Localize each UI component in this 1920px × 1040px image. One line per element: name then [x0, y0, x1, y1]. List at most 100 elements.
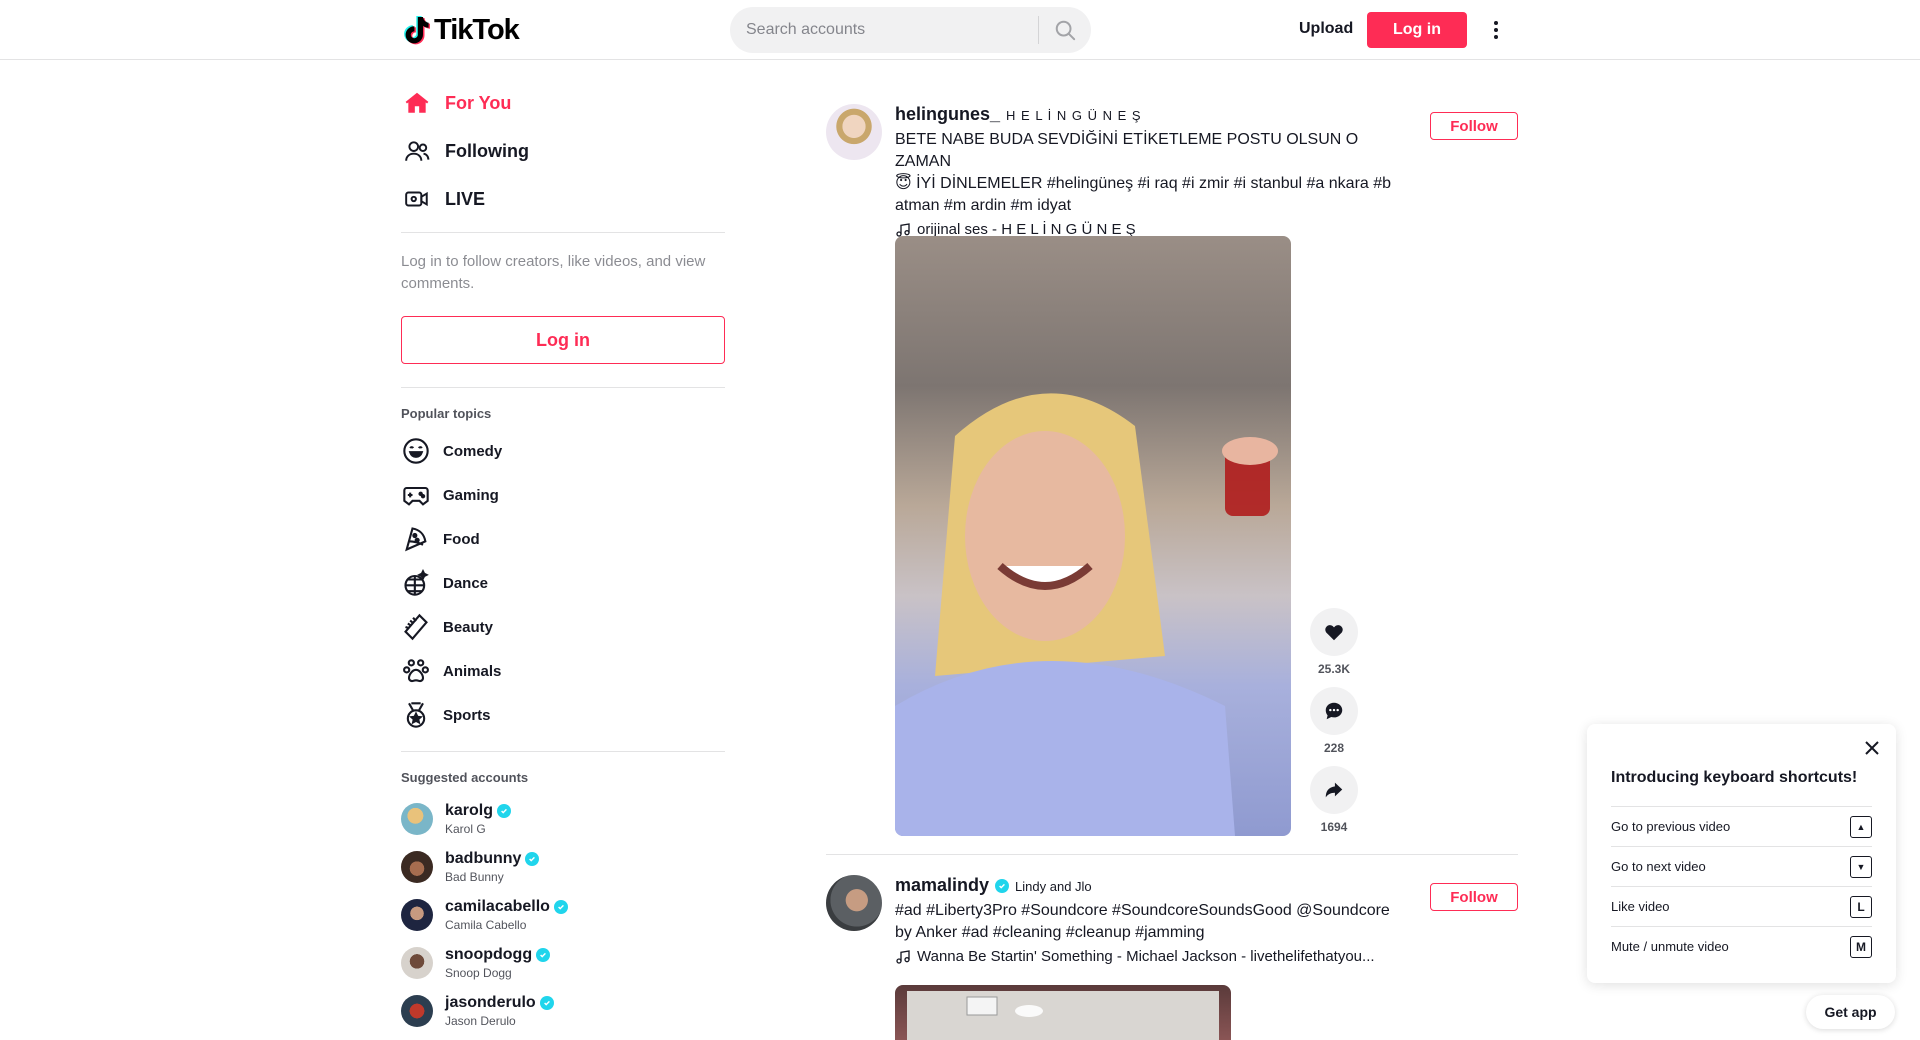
suggested-account[interactable]: jasonderulo Jason Derulo	[401, 989, 554, 1033]
comb-icon	[401, 612, 431, 642]
author-display-name: H E L İ N G Ü N E Ş	[1006, 108, 1142, 123]
header-login-button[interactable]: Log in	[1367, 12, 1467, 48]
post-info: mamalindy Lindy and Jlo #ad #Liberty3Pro…	[895, 875, 1415, 965]
caption-line: BETE NABE BUDA SEVDİĞİNİ ETİKETLEME POST…	[895, 131, 1359, 170]
like-action[interactable]: 25.3K	[1310, 608, 1358, 676]
nav-label: Following	[445, 140, 529, 161]
disco-ball-icon	[401, 568, 431, 598]
music-link[interactable]: Wanna Be Startin' Something - Michael Ja…	[895, 948, 1415, 965]
avatar[interactable]	[826, 875, 882, 931]
more-menu-button[interactable]	[1484, 14, 1508, 46]
author-display-name: Lindy and Jlo	[1015, 879, 1092, 894]
avatar	[401, 851, 433, 883]
close-icon	[1865, 741, 1879, 755]
get-app-button[interactable]: Get app	[1806, 995, 1895, 1029]
topic-beauty[interactable]: Beauty	[401, 609, 493, 645]
avatar[interactable]	[826, 104, 882, 160]
shortcut-row: Mute / unmute video M	[1611, 926, 1872, 966]
share-button[interactable]	[1310, 766, 1358, 814]
avatar	[401, 947, 433, 979]
share-count: 1694	[1320, 820, 1348, 834]
video-thumbnail	[895, 393, 1278, 836]
follow-button[interactable]: Follow	[1430, 112, 1518, 140]
author-line[interactable]: helingunes_ H E L İ N G Ü N E Ş	[895, 104, 1415, 125]
comment-button[interactable]	[1310, 687, 1358, 735]
verified-badge-icon	[553, 900, 568, 914]
suggested-account[interactable]: badbunny Bad Bunny	[401, 845, 540, 889]
account-handle: snoopdogg	[445, 946, 533, 963]
topic-label: Gaming	[443, 486, 499, 504]
heart-icon	[1325, 625, 1343, 641]
topic-dance[interactable]: Dance	[401, 565, 488, 601]
shortcut-label: Like video	[1611, 899, 1670, 914]
suggested-account[interactable]: karolg Karol G	[401, 797, 512, 841]
search-bar	[730, 7, 1091, 53]
post-caption: #ad #Liberty3Pro #Soundcore #SoundcoreSo…	[895, 900, 1415, 944]
share-action[interactable]: 1694	[1310, 766, 1358, 834]
topic-label: Food	[443, 530, 480, 548]
account-handle: jasonderulo	[445, 994, 536, 1011]
nav-live[interactable]: LIVE	[401, 179, 485, 219]
keyboard-shortcuts-popup: Introducing keyboard shortcuts! Go to pr…	[1587, 724, 1896, 983]
tiktok-logo[interactable]: TikTok	[404, 12, 520, 48]
topic-animals[interactable]: Animals	[401, 653, 501, 689]
video-player[interactable]	[895, 985, 1231, 1040]
upload-button[interactable]: Upload	[1291, 16, 1361, 42]
verified-badge-icon	[525, 852, 540, 866]
like-button[interactable]	[1310, 608, 1358, 656]
nav-following[interactable]: Following	[401, 131, 529, 171]
search-icon	[1055, 20, 1076, 41]
video-player[interactable]	[895, 236, 1291, 836]
topic-gaming[interactable]: Gaming	[401, 477, 499, 513]
home-icon	[401, 87, 433, 119]
topic-label: Beauty	[443, 618, 494, 636]
share-icon	[1325, 782, 1343, 798]
arrow-up-key-icon: ▲	[1850, 815, 1872, 838]
nav-for-you[interactable]: For You	[401, 83, 511, 123]
more-vertical-icon	[1494, 21, 1498, 39]
sidebar-login-button[interactable]: Log in	[401, 316, 725, 364]
post-info: helingunes_ H E L İ N G Ü N E Ş BETE NAB…	[895, 104, 1415, 238]
topic-comedy[interactable]: Comedy	[401, 433, 502, 469]
shortcut-row: Like video L	[1611, 886, 1872, 926]
logo-text: TikTok	[434, 13, 520, 46]
popup-title: Introducing keyboard shortcuts!	[1611, 769, 1858, 786]
comment-action[interactable]: 228	[1310, 687, 1358, 755]
author-handle[interactable]: helingunes_	[895, 104, 1000, 125]
suggested-account[interactable]: snoopdogg Snoop Dogg	[401, 941, 551, 985]
author-line[interactable]: mamalindy Lindy and Jlo	[895, 875, 1415, 896]
verified-badge-icon	[995, 878, 1010, 893]
verified-badge-icon	[539, 996, 554, 1010]
suggested-account[interactable]: camilacabello Camila Cabello	[401, 893, 568, 937]
topic-food[interactable]: Food	[401, 521, 480, 557]
pizza-icon	[401, 524, 431, 554]
feed-post: mamalindy Lindy and Jlo #ad #Liberty3Pro…	[826, 875, 1518, 1040]
feed-post: helingunes_ H E L İ N G Ü N E Ş BETE NAB…	[826, 104, 1518, 844]
video-thumbnail	[907, 991, 1219, 1040]
account-handle: karolg	[445, 802, 494, 819]
search-input[interactable]	[730, 7, 1038, 53]
account-name: Jason Derulo	[445, 1014, 516, 1028]
comment-icon	[1325, 702, 1343, 720]
account-name: Snoop Dogg	[445, 966, 512, 980]
topic-sports[interactable]: Sports	[401, 697, 491, 733]
arrow-down-key-icon: ▼	[1850, 855, 1872, 878]
follow-button[interactable]: Follow	[1430, 883, 1518, 911]
author-handle[interactable]: mamalindy	[895, 875, 989, 896]
music-note-icon	[896, 949, 910, 964]
caption-line: 😇 İYİ DİNLEMELER #helingüneş #i raq #i z…	[895, 175, 1392, 192]
shortcut-row: Go to next video ▼	[1611, 846, 1872, 886]
music-title: Wanna Be Startin' Something - Michael Ja…	[917, 948, 1375, 965]
account-name: Bad Bunny	[445, 870, 504, 884]
shortcut-row: Go to previous video ▲	[1611, 806, 1872, 846]
post-caption: BETE NABE BUDA SEVDİĞİNİ ETİKETLEME POST…	[895, 129, 1415, 217]
caption-line: #ad #Liberty3Pro #Soundcore #SoundcoreSo…	[895, 902, 1390, 919]
feed-divider	[826, 854, 1518, 855]
sidebar: For You Following LIVE Log in to follow …	[401, 60, 725, 1040]
search-button[interactable]	[1039, 7, 1091, 53]
people-icon	[401, 135, 433, 167]
verified-badge-icon	[536, 948, 551, 962]
nav-label: LIVE	[445, 188, 486, 209]
nav-label: For You	[445, 92, 512, 113]
close-button[interactable]	[1860, 736, 1884, 760]
